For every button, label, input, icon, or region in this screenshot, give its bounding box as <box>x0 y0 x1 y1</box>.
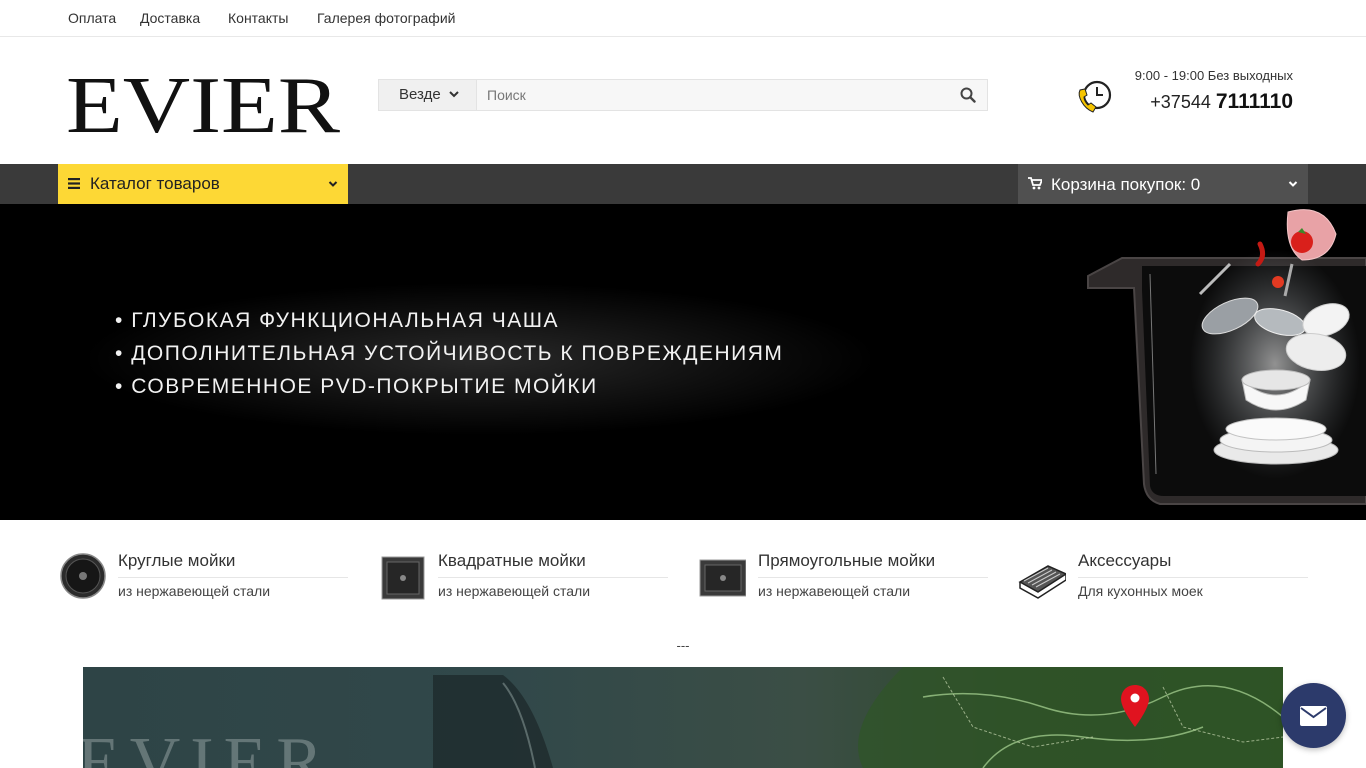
working-hours: 9:00 - 19:00 Без выходных <box>1134 68 1293 83</box>
cart-label: Корзина покупок: 0 <box>1051 175 1201 194</box>
mail-icon <box>1300 706 1327 726</box>
square-sink-icon <box>381 556 425 600</box>
category-subtitle: Для кухонных моек <box>1078 583 1203 599</box>
round-sink-icon <box>60 553 106 599</box>
category-accessories[interactable]: Аксессуары Для кухонных моек <box>1018 548 1308 604</box>
rectangular-sink-icon <box>699 559 746 597</box>
dish-rack-icon <box>1018 565 1066 599</box>
category-title: Аксессуары <box>1078 551 1308 578</box>
category-subtitle: из нержавеющей стали <box>758 583 911 599</box>
nav-link-gallery[interactable]: Галерея фотографий <box>317 10 455 26</box>
category-square-sinks[interactable]: Квадратные мойки из нержавеющей стали <box>378 548 668 604</box>
search-input[interactable] <box>478 80 948 110</box>
nav-link-delivery[interactable]: Доставка <box>140 10 200 26</box>
nav-link-contacts[interactable]: Контакты <box>228 10 288 26</box>
category-rectangular-sinks[interactable]: Прямоугольные мойки из нержавеющей стали <box>698 548 988 604</box>
cart-button[interactable]: Корзина покупок: 0 <box>1018 164 1308 204</box>
search-button[interactable] <box>949 80 987 110</box>
map-pin-icon <box>1121 685 1149 727</box>
feedback-mail-button[interactable] <box>1281 683 1346 748</box>
phone-prefix: +37544 <box>1150 92 1211 112</box>
hero-brand-text: EVIER <box>83 724 334 768</box>
section-separator: --- <box>676 638 690 653</box>
search-icon <box>960 87 976 103</box>
catalog-button[interactable]: Каталог товаров <box>58 164 348 204</box>
category-title: Квадратные мойки <box>438 551 668 578</box>
search-scope-label: Везде <box>399 86 441 103</box>
search-bar: Везде <box>378 79 988 111</box>
category-title: Круглые мойки <box>118 551 348 578</box>
hamburger-icon <box>68 178 80 189</box>
banner-bullet: СОВРЕМЕННОЕ PVD-ПОКРЫТИЕ МОЙКИ <box>115 370 783 403</box>
site-logo[interactable]: EVIER <box>66 62 342 150</box>
phone-number[interactable]: +37544 7111110 <box>1080 90 1293 114</box>
promo-banner[interactable]: ГЛУБОКАЯ ФУНКЦИОНАЛЬНАЯ ЧАША ДОПОЛНИТЕЛЬ… <box>0 204 1366 520</box>
delivery-hero-banner[interactable]: EVIER <box>83 667 1283 768</box>
banner-bullet: ГЛУБОКАЯ ФУНКЦИОНАЛЬНАЯ ЧАША <box>115 304 783 337</box>
chevron-down-icon <box>328 181 338 187</box>
banner-bullets: ГЛУБОКАЯ ФУНКЦИОНАЛЬНАЯ ЧАША ДОПОЛНИТЕЛЬ… <box>115 304 783 403</box>
category-title: Прямоугольные мойки <box>758 551 988 578</box>
top-nav: Оплата Доставка Контакты Галерея фотогра… <box>0 0 1366 37</box>
sink-dishes-illustration <box>1087 209 1366 505</box>
category-subtitle: из нержавеющей стали <box>438 583 591 599</box>
phone-main: 7111110 <box>1215 90 1293 113</box>
logo-wordmark: EVIER <box>66 62 341 150</box>
nav-link-payment[interactable]: Оплата <box>68 10 116 26</box>
category-round-sinks[interactable]: Круглые мойки из нержавеющей стали <box>58 548 348 604</box>
search-scope-select[interactable]: Везде <box>379 80 477 110</box>
chevron-down-icon <box>449 91 459 98</box>
category-subtitle: из нержавеющей стали <box>118 583 271 599</box>
catalog-label: Каталог товаров <box>90 174 220 193</box>
banner-bullet: ДОПОЛНИТЕЛЬНАЯ УСТОЙЧИВОСТЬ К ПОВРЕЖДЕНИ… <box>115 337 783 370</box>
svg-text:EVIER: EVIER <box>66 72 341 136</box>
chevron-down-icon <box>1288 181 1298 187</box>
cart-icon <box>1028 177 1042 190</box>
